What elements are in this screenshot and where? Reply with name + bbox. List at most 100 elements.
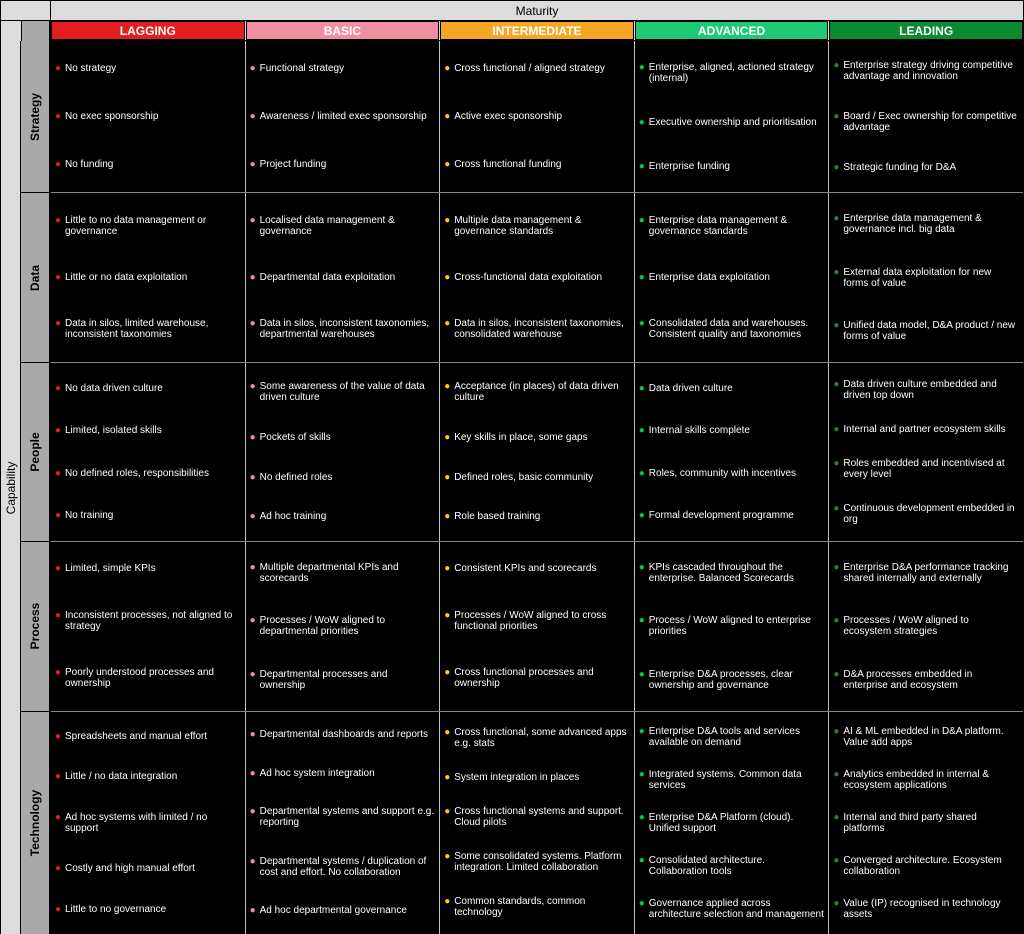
bullet-icon: ● xyxy=(55,563,65,574)
cell-item-text: Ad hoc systems with limited / no support xyxy=(65,812,241,834)
bullet-icon: ● xyxy=(444,563,454,574)
cell-item-text: Some consolidated systems. Platform inte… xyxy=(454,851,630,873)
bullet-icon: ● xyxy=(55,272,65,283)
cell-item-text: Ad hoc departmental governance xyxy=(260,905,436,916)
cell-item-text: Processes / WoW aligned to departmental … xyxy=(260,615,436,637)
cell-item-text: Localised data management & governance xyxy=(260,215,436,237)
cell-item-text: AI & ML embedded in D&A platform. Value … xyxy=(843,726,1019,748)
cell-item: ●Processes / WoW aligned to cross functi… xyxy=(444,610,630,632)
bullet-icon: ● xyxy=(55,610,65,621)
bullet-icon: ● xyxy=(833,562,843,573)
bullet-icon: ● xyxy=(444,215,454,226)
matrix-cell: ●Acceptance (in places) of data driven c… xyxy=(440,363,635,541)
cell-item-text: Processes / WoW aligned to cross functio… xyxy=(454,610,630,632)
cell-item-text: Functional strategy xyxy=(260,63,436,74)
bullet-icon: ● xyxy=(55,731,65,742)
cell-item-text: Departmental dashboards and reports xyxy=(260,729,436,740)
matrix-cell: ●Departmental dashboards and reports●Ad … xyxy=(246,712,441,934)
cell-item-text: Key skills in place, some gaps xyxy=(454,432,630,443)
bullet-icon: ● xyxy=(250,432,260,443)
capability-label-technology: Technology xyxy=(21,712,49,934)
cell-item-text: Little / no data integration xyxy=(65,771,241,782)
cell-item-text: Active exec sponsorship xyxy=(454,111,630,122)
cell-item: ●Inconsistent processes, not aligned to … xyxy=(55,610,241,632)
bullet-icon: ● xyxy=(55,667,65,678)
bullet-icon: ● xyxy=(55,159,65,170)
bullet-icon: ● xyxy=(444,472,454,483)
cell-item-text: Data driven culture embedded and driven … xyxy=(843,379,1019,401)
matrix-cell: ●Spreadsheets and manual effort●Little /… xyxy=(51,712,246,934)
cell-item-text: Analytics embedded in internal & ecosyst… xyxy=(843,769,1019,791)
cell-item: ●Awareness / limited exec sponsorship xyxy=(250,111,436,122)
bullet-icon: ● xyxy=(250,806,260,817)
cell-item-text: Roles embedded and incentivised at every… xyxy=(843,458,1019,480)
matrix-cell: ●Enterprise strategy driving competitive… xyxy=(829,41,1023,192)
cell-item-text: Multiple data management & governance st… xyxy=(454,215,630,237)
bullet-icon: ● xyxy=(833,898,843,909)
bullet-icon: ● xyxy=(639,669,649,680)
cell-item: ●Role based training xyxy=(444,511,630,522)
cell-item: ●Poorly understood processes and ownersh… xyxy=(55,667,241,689)
cell-item-text: Process / WoW aligned to enterprise prio… xyxy=(649,615,825,637)
bullet-icon: ● xyxy=(639,812,649,823)
cell-item: ●Data in silos, inconsistent taxonomies,… xyxy=(444,318,630,340)
cell-item: ●Formal development programme xyxy=(639,510,825,521)
cell-item-text: Data in silos, inconsistent taxonomies, … xyxy=(454,318,630,340)
bullet-icon: ● xyxy=(639,161,649,172)
bullet-icon: ● xyxy=(250,272,260,283)
bullet-icon: ● xyxy=(833,320,843,331)
bullet-icon: ● xyxy=(833,503,843,514)
cell-item-text: Cross functional processes and ownership xyxy=(454,667,630,689)
bullet-icon: ● xyxy=(444,272,454,283)
cell-item: ●Ad hoc departmental governance xyxy=(250,905,436,916)
cell-item-text: Limited, simple KPIs xyxy=(65,563,241,574)
body-row: Capability StrategyDataPeopleProcessTech… xyxy=(1,41,1023,934)
cell-item: ●Processes / WoW aligned to departmental… xyxy=(250,615,436,637)
bullet-icon: ● xyxy=(250,159,260,170)
cell-item: ●Pockets of skills xyxy=(250,432,436,443)
bullet-icon: ● xyxy=(250,111,260,122)
bullet-icon: ● xyxy=(55,863,65,874)
cell-item: ●Enterprise strategy driving competitive… xyxy=(833,60,1019,82)
cell-item: ●Key skills in place, some gaps xyxy=(444,432,630,443)
cell-item: ●External data exploitation for new form… xyxy=(833,267,1019,289)
column-header-intermediate: INTERMEDIATE xyxy=(440,21,634,40)
matrix-row-people: ●No data driven culture●Limited, isolate… xyxy=(51,363,1023,542)
matrix-cell: ●Little to no data management or governa… xyxy=(51,193,246,362)
bullet-icon: ● xyxy=(444,806,454,817)
cell-item-text: Project funding xyxy=(260,159,436,170)
capability-sub-header-gap xyxy=(21,21,51,41)
bullet-icon: ● xyxy=(639,898,649,909)
cell-item-text: Poorly understood processes and ownershi… xyxy=(65,667,241,689)
cell-item-text: Some awareness of the value of data driv… xyxy=(260,381,436,403)
cell-item: ●Continuous development embedded in org xyxy=(833,503,1019,525)
bullet-icon: ● xyxy=(639,272,649,283)
cell-item-text: Cross functional systems and support. Cl… xyxy=(454,806,630,828)
bullet-icon: ● xyxy=(639,425,649,436)
maturity-matrix-frame: Maturity LAGGINGBASICINTERMEDIATEADVANCE… xyxy=(0,0,1024,934)
cell-item: ●System integration in places xyxy=(444,772,630,783)
cell-item-text: Multiple departmental KPIs and scorecard… xyxy=(260,562,436,584)
cell-item: ●No strategy xyxy=(55,63,241,74)
cell-item-text: Data in silos, limited warehouse, incons… xyxy=(65,318,241,340)
matrix-cell: ●No strategy●No exec sponsorship●No fund… xyxy=(51,41,246,192)
bullet-icon: ● xyxy=(639,62,649,73)
bullet-icon: ● xyxy=(833,111,843,122)
cell-item: ●Enterprise funding xyxy=(639,161,825,172)
cell-item-text: Common standards, common technology xyxy=(454,896,630,918)
cell-item-text: Value (IP) recognised in technology asse… xyxy=(843,898,1019,920)
cell-item-text: Internal skills complete xyxy=(649,425,825,436)
cell-item-text: D&A processes embedded in enterprise and… xyxy=(843,669,1019,691)
cell-item-text: No funding xyxy=(65,159,241,170)
bullet-icon: ● xyxy=(833,60,843,71)
cell-item: ●Ad hoc system integration xyxy=(250,768,436,779)
bullet-icon: ● xyxy=(55,425,65,436)
cell-item-text: Enterprise, aligned, actioned strategy (… xyxy=(649,62,825,84)
capability-title: Capability xyxy=(4,461,18,514)
cell-item-text: Cross functional, some advanced apps e.g… xyxy=(454,727,630,749)
cell-item: ●Some consolidated systems. Platform int… xyxy=(444,851,630,873)
bullet-icon: ● xyxy=(833,162,843,173)
bullet-icon: ● xyxy=(250,905,260,916)
bullet-icon: ● xyxy=(444,381,454,392)
cell-item: ●No funding xyxy=(55,159,241,170)
